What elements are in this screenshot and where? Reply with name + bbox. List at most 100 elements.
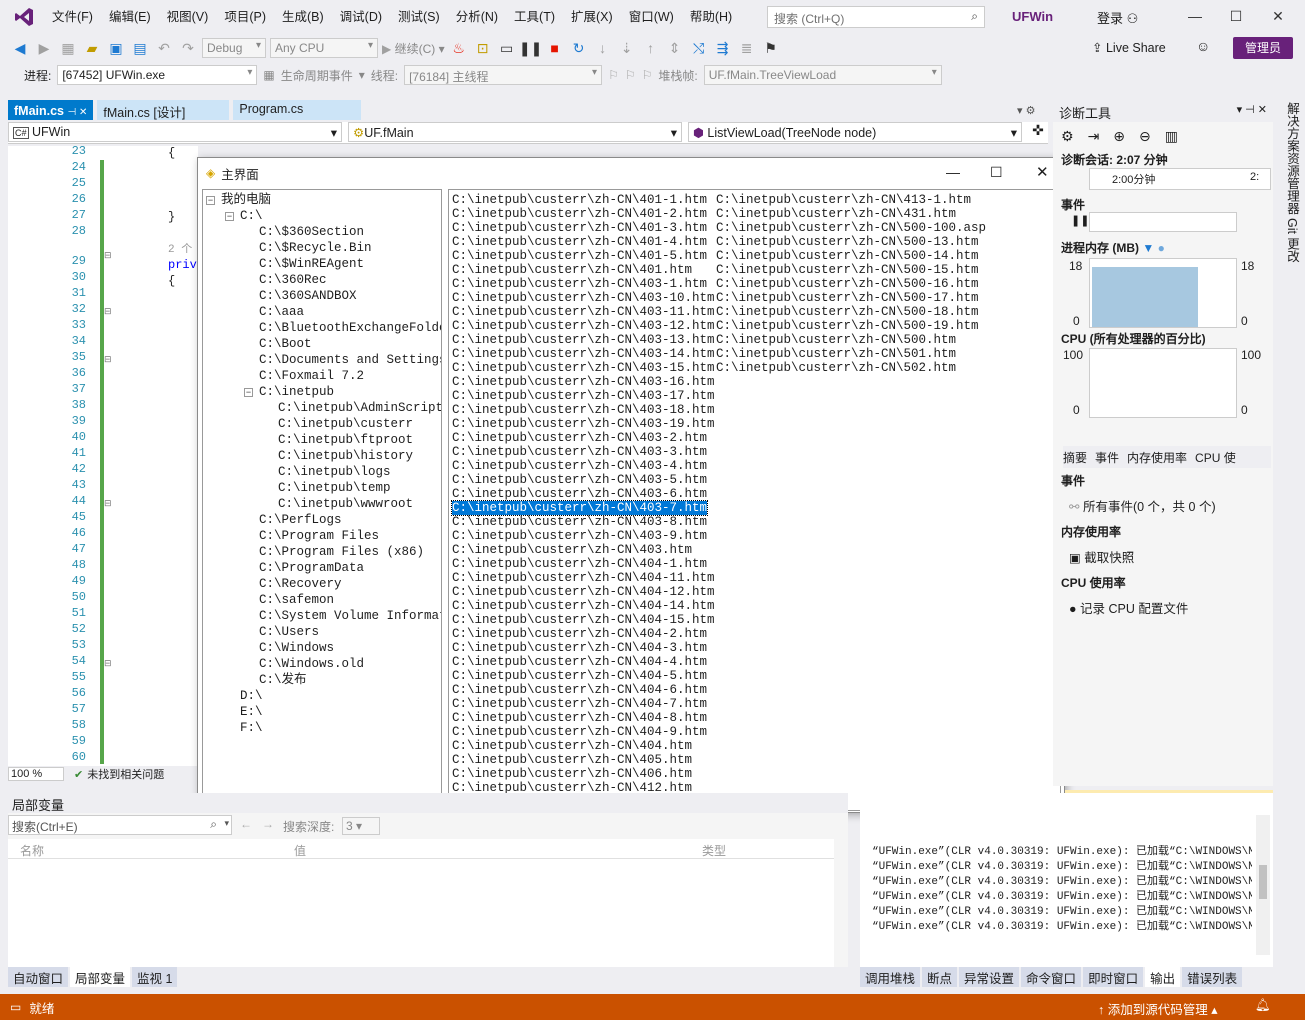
file-list-item[interactable]: C:\inetpub\custerr\zh-CN\403-16.htm — [452, 375, 715, 389]
menu-item[interactable]: 窗口(W) — [621, 0, 682, 34]
save-icon[interactable]: ▣ — [106, 38, 126, 58]
maximize-icon[interactable]: ☐ — [1228, 8, 1244, 24]
issues-status[interactable]: 未找到相关问题 — [87, 766, 177, 782]
tree-node[interactable]: C:\ — [240, 208, 263, 224]
tree-node[interactable]: C:\aaa — [259, 304, 304, 320]
file-list-item[interactable]: C:\inetpub\custerr\zh-CN\404-14.htm — [452, 599, 715, 613]
file-list-item[interactable]: C:\inetpub\custerr\zh-CN\403-12.htm — [452, 319, 715, 333]
file-list-item[interactable]: C:\inetpub\custerr\zh-CN\403-3.htm — [452, 445, 707, 459]
login-link[interactable]: 登录 ⚇ — [1097, 8, 1138, 27]
col-value[interactable]: 值 — [294, 842, 306, 859]
collapse-icon[interactable]: ⊟ — [104, 354, 112, 365]
menu-item[interactable]: 项目(P) — [216, 0, 274, 34]
file-list-item[interactable]: C:\inetpub\custerr\zh-CN\406.htm — [452, 767, 692, 781]
tree-node[interactable]: C:\Foxmail 7.2 — [259, 368, 364, 384]
file-list-item[interactable]: C:\inetpub\custerr\zh-CN\502.htm — [716, 361, 956, 375]
file-list-item[interactable]: C:\inetpub\custerr\zh-CN\404-5.htm — [452, 669, 707, 683]
collapse-icon[interactable]: ⊟ — [104, 658, 112, 669]
tab-overflow-icon[interactable]: ▾ ⚙ — [1017, 104, 1035, 117]
file-list-item[interactable]: C:\inetpub\custerr\zh-CN\404-3.htm — [452, 641, 707, 655]
expand-toggle-icon[interactable]: − — [206, 196, 215, 205]
flame-icon[interactable]: ♨ — [449, 38, 469, 58]
collapse-icon[interactable]: ⊟ — [104, 306, 112, 317]
file-list-item[interactable]: C:\inetpub\custerr\zh-CN\404-2.htm — [452, 627, 707, 641]
timeline-ruler[interactable]: 2:00分钟 2: — [1089, 168, 1271, 190]
project-dropdown[interactable]: C# UFWin ▾ — [8, 122, 342, 142]
file-list-item[interactable]: C:\inetpub\custerr\zh-CN\403-5.htm — [452, 473, 707, 487]
bottom-tab[interactable]: 监视 1 — [132, 967, 178, 987]
file-list-item[interactable]: C:\inetpub\custerr\zh-CN\431.htm — [716, 207, 956, 221]
tree-node[interactable]: C:\inetpub\ftproot — [278, 432, 413, 448]
file-list-item[interactable]: C:\inetpub\custerr\zh-CN\405.htm — [452, 753, 692, 767]
locals-search-input[interactable]: 搜索(Ctrl+E) ⌕ ▾ — [8, 815, 232, 835]
tree-node[interactable]: C:\inetpub\AdminScripts — [278, 400, 441, 416]
tree-node[interactable]: C:\Program Files (x86) — [259, 544, 424, 560]
feedback-icon[interactable]: ☺ — [1196, 38, 1210, 54]
zoom-out-icon[interactable]: ⊖ — [1139, 128, 1151, 145]
file-list-item[interactable]: C:\inetpub\custerr\zh-CN\403-2.htm — [452, 431, 707, 445]
tree-node[interactable]: C:\inetpub\custerr — [278, 416, 413, 432]
open-folder-icon[interactable]: ▰ — [82, 38, 102, 58]
all-events-link[interactable]: ⚯ 所有事件(0 个，共 0 个) — [1069, 496, 1216, 515]
tree-node[interactable]: F:\ — [240, 720, 263, 736]
flag2-icon[interactable]: ⚐ — [625, 68, 636, 82]
file-list-item[interactable]: C:\inetpub\custerr\zh-CN\401-3.htm — [452, 221, 707, 235]
tree-node[interactable]: C:\inetpub\temp — [278, 480, 391, 496]
file-list-item[interactable]: C:\inetpub\custerr\zh-CN\401-1.htm — [452, 193, 707, 207]
menu-item[interactable]: 帮助(H) — [682, 0, 740, 34]
file-list-item[interactable]: C:\inetpub\custerr\zh-CN\403.htm — [452, 543, 692, 557]
tree-node[interactable]: C:\Users — [259, 624, 319, 640]
panel-controls-icon[interactable]: ▾ ⊣ ✕ — [1237, 103, 1267, 116]
file-list-item[interactable]: C:\inetpub\custerr\zh-CN\404-12.htm — [452, 585, 715, 599]
split-icon[interactable]: ✜ — [1028, 122, 1048, 143]
tree-node[interactable]: C:\Windows.old — [259, 656, 364, 672]
file-list-item[interactable]: C:\inetpub\custerr\zh-CN\403-19.htm — [452, 417, 715, 431]
platform-dropdown[interactable]: Any CPU ▾ — [270, 38, 378, 58]
collapse-icon[interactable]: ⊟ — [104, 250, 112, 261]
tree-node[interactable]: C:\PerfLogs — [259, 512, 342, 528]
tree-node[interactable]: E:\ — [240, 704, 263, 720]
snapshot-button[interactable]: ▣ 截取快照 — [1069, 547, 1134, 566]
save-all-icon[interactable]: ▤ — [130, 38, 150, 58]
menu-item[interactable]: 视图(V) — [159, 0, 217, 34]
tree-node[interactable]: D:\ — [240, 688, 263, 704]
git-changes-tab[interactable]: Git 更改 — [1283, 218, 1302, 262]
file-list-item[interactable]: C:\inetpub\custerr\zh-CN\401-5.htm — [452, 249, 707, 263]
record-cpu-button[interactable]: ● 记录 CPU 配置文件 — [1069, 598, 1188, 617]
file-list-item[interactable]: C:\inetpub\custerr\zh-CN\401-2.htm — [452, 207, 707, 221]
tree-node[interactable]: C:\Program Files — [259, 528, 379, 544]
tree-node[interactable]: C:\$Recycle.Bin — [259, 240, 372, 256]
file-list-item[interactable]: C:\inetpub\custerr\zh-CN\403-6.htm — [452, 487, 707, 501]
tree-node[interactable]: C:\$360Section — [259, 224, 364, 240]
menu-item[interactable]: 文件(F) — [44, 0, 101, 34]
file-list-item[interactable]: C:\inetpub\custerr\zh-CN\404-8.htm — [452, 711, 707, 725]
expand-toggle-icon[interactable]: − — [225, 212, 234, 221]
search-input[interactable]: 搜索 (Ctrl+Q) ⌕ — [767, 6, 985, 28]
step-out-icon[interactable]: ↑ — [641, 38, 661, 58]
file-list-item[interactable]: C:\inetpub\custerr\zh-CN\500-18.htm — [716, 305, 979, 319]
file-list-item[interactable]: C:\inetpub\custerr\zh-CN\401.htm — [452, 263, 692, 277]
file-list-item[interactable]: C:\inetpub\custerr\zh-CN\501.htm — [716, 347, 956, 361]
thread-dropdown[interactable]: [76184] 主线程 ▾ — [404, 65, 603, 85]
file-list-item[interactable]: C:\inetpub\custerr\zh-CN\500-19.htm — [716, 319, 979, 333]
file-list-item[interactable]: C:\inetpub\custerr\zh-CN\404-6.htm — [452, 683, 707, 697]
tree-node[interactable]: C:\360Rec — [259, 272, 327, 288]
layout-icon[interactable]: ▭ — [497, 38, 517, 58]
menu-item[interactable]: 工具(T) — [506, 0, 563, 34]
app-minimize-icon[interactable]: — — [946, 164, 960, 180]
tree-node[interactable]: C:\inetpub\logs — [278, 464, 391, 480]
chart-icon[interactable]: ▥ — [1165, 128, 1178, 145]
file-list-item[interactable]: C:\inetpub\custerr\zh-CN\403-14.htm — [452, 347, 715, 361]
tree-node[interactable]: C:\Documents and Settings — [259, 352, 441, 368]
folder-tree[interactable]: 我的电脑 − C:\ − C:\$360Section C:\$Recycle.Bin C:… — [202, 189, 442, 811]
minimize-icon[interactable]: — — [1187, 8, 1203, 24]
class-dropdown[interactable]: ⚙UF.fMain ▾ — [348, 122, 682, 142]
tree-node[interactable]: C:\发布 — [259, 672, 307, 688]
output-vscrollbar[interactable] — [1256, 815, 1270, 955]
file-list-item[interactable]: C:\inetpub\custerr\zh-CN\403-13.htm — [452, 333, 715, 347]
redo-icon[interactable]: ↷ — [178, 38, 198, 58]
back-icon[interactable]: ◀ — [10, 38, 30, 58]
file-list-item[interactable]: C:\inetpub\custerr\zh-CN\500.htm — [716, 333, 956, 347]
zoom-dropdown[interactable]: 100 % — [8, 767, 64, 781]
solution-explorer-tab[interactable]: 解决方案资源管理器 — [1283, 102, 1302, 215]
